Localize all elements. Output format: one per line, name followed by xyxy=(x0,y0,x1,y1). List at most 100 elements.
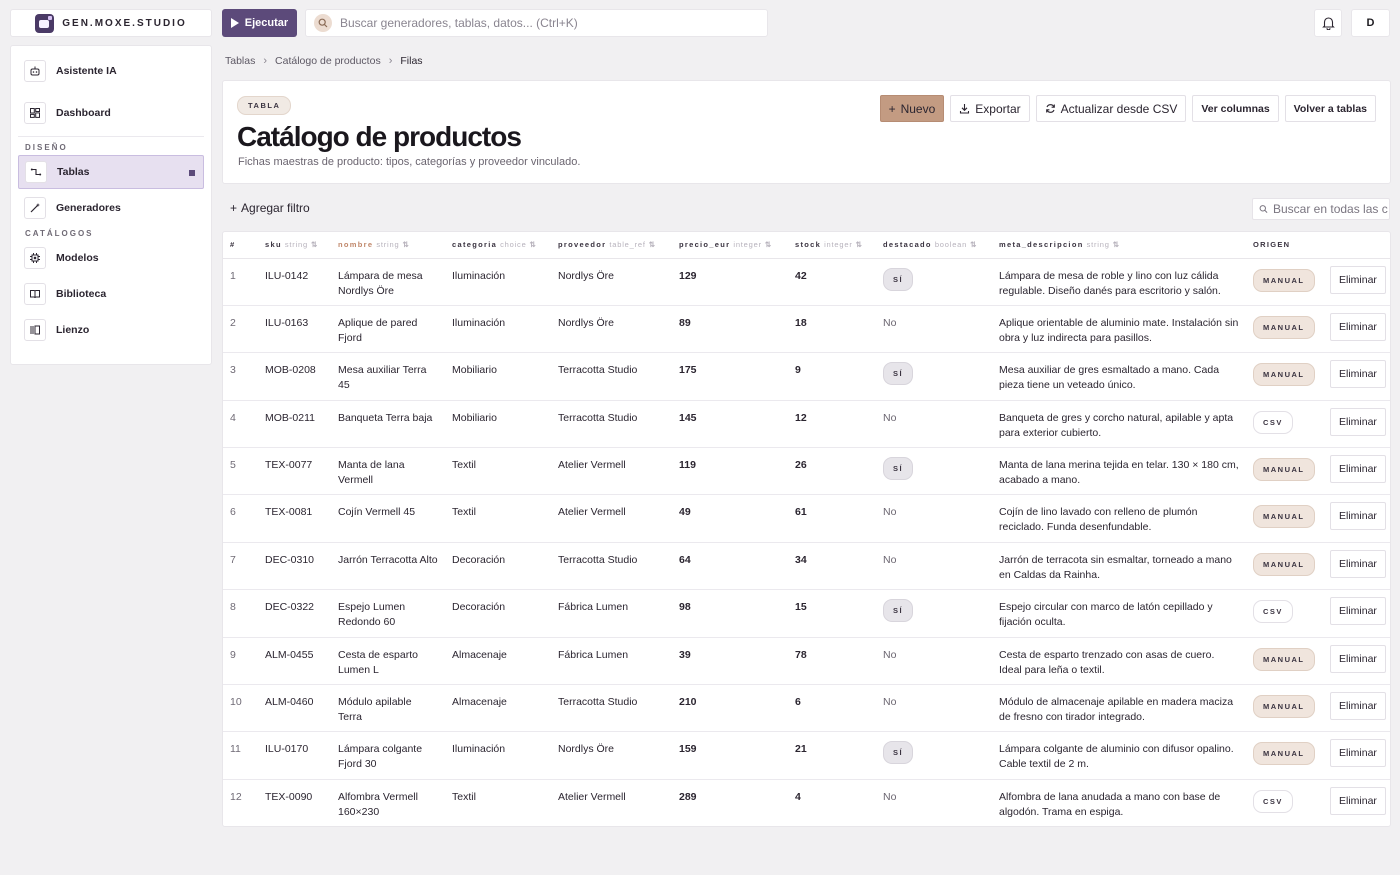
delete-row-button[interactable]: Eliminar xyxy=(1330,644,1386,673)
sort-icon[interactable]: ⇅ xyxy=(402,240,410,249)
sidebar-item-biblioteca[interactable]: Biblioteca xyxy=(18,277,204,311)
sort-icon[interactable]: ⇅ xyxy=(311,240,319,249)
new-row-button[interactable]: + Nuevo xyxy=(879,95,945,122)
column-header[interactable]: destacado boolean ⇅ xyxy=(876,232,992,259)
sidebar-item-dashboard[interactable]: Dashboard xyxy=(18,96,204,130)
delete-row-button[interactable]: Eliminar xyxy=(1330,265,1386,294)
add-filter-button[interactable]: + Agregar filtro xyxy=(230,201,310,215)
brand-logo-area[interactable]: GEN.MOXE.STUDIO xyxy=(10,9,212,37)
cell-proveedor: Terracotta Studio xyxy=(551,400,672,449)
column-header[interactable]: # xyxy=(223,232,258,259)
delete-row-button[interactable]: Eliminar xyxy=(1330,407,1386,436)
column-header[interactable]: categoria choice ⇅ xyxy=(445,232,551,259)
table-row[interactable]: 9 ALM-0455 Cesta de esparto Lumen L Almacen… xyxy=(223,637,1390,686)
sidebar-section-title: CATÁLOGOS xyxy=(25,229,94,238)
column-header[interactable]: stock integer ⇅ xyxy=(788,232,876,259)
table-row[interactable]: 10 ALM-0460 Módulo apilable Terra Almacenaj… xyxy=(223,684,1390,733)
sort-icon[interactable]: ⇅ xyxy=(765,240,773,249)
cell-meta-descripcion: Módulo de almacenaje apilable en madera … xyxy=(992,684,1246,733)
delete-row-button[interactable]: Eliminar xyxy=(1330,739,1386,768)
delete-row-button[interactable]: Eliminar xyxy=(1330,455,1386,484)
notifications-button[interactable] xyxy=(1314,9,1342,37)
table-row[interactable]: 3 MOB-0208 Mesa auxiliar Terra 45 Mobiliari… xyxy=(223,352,1390,401)
column-name: destacado xyxy=(883,240,932,250)
table-row[interactable]: 2 ILU-0163 Aplique de pared Fjord Iluminaci… xyxy=(223,305,1390,354)
cell-categoria: Textil xyxy=(445,447,551,496)
cell-origen: MANUAL xyxy=(1246,258,1323,306)
global-search[interactable] xyxy=(305,9,768,37)
cell-actions: Eliminar xyxy=(1323,589,1390,638)
cell-actions: Eliminar xyxy=(1323,779,1390,826)
origin-badge: MANUAL xyxy=(1253,268,1315,292)
delete-row-button[interactable]: Eliminar xyxy=(1330,786,1386,815)
column-header[interactable]: ORIGEN xyxy=(1246,232,1323,259)
row-index: 12 xyxy=(223,779,258,826)
export-button[interactable]: Exportar xyxy=(950,95,1030,122)
cell-meta-descripcion: Alfombra de lana anudada a mano con base… xyxy=(992,779,1246,826)
cell-meta-descripcion: Cesta de esparto trenzado con asas de cu… xyxy=(992,637,1246,686)
cell-categoria: Textil xyxy=(445,779,551,826)
sidebar-item-lienzo[interactable]: Lienzo xyxy=(18,313,204,347)
sort-icon[interactable]: ⇅ xyxy=(1113,240,1121,249)
column-header[interactable]: precio_eur integer ⇅ xyxy=(672,232,788,259)
sort-icon[interactable]: ⇅ xyxy=(856,240,864,249)
sidebar-item-modelos[interactable]: Modelos xyxy=(18,241,204,275)
table-row[interactable]: 11 ILU-0170 Lámpara colgante Fjord 30 Ilumi… xyxy=(223,731,1390,780)
cell-stock: 4 xyxy=(788,779,876,826)
table-row[interactable]: 12 TEX-0090 Alfombra Vermell 160×230 Textil… xyxy=(223,779,1390,826)
table-row[interactable]: 6 TEX-0081 Cojín Vermell 45 Textil Atelier V… xyxy=(223,494,1390,543)
sidebar-item-asistente-ia[interactable]: Asistente IA xyxy=(18,54,204,88)
refresh-csv-button[interactable]: Actualizar desde CSV xyxy=(1035,95,1187,122)
sidebar-item-label: Tablas xyxy=(57,166,90,178)
search-icon xyxy=(314,14,332,32)
delete-row-button[interactable]: Eliminar xyxy=(1330,692,1386,721)
table-row[interactable]: 8 DEC-0322 Espejo Lumen Redondo 60 Decoraci… xyxy=(223,589,1390,638)
breadcrumb-link-tablas[interactable]: Tablas xyxy=(225,55,255,67)
cell-categoria: Almacenaje xyxy=(445,637,551,686)
table-search[interactable] xyxy=(1252,198,1390,220)
back-to-tables-button[interactable]: Volver a tablas xyxy=(1284,95,1376,122)
cell-proveedor: Terracotta Studio xyxy=(551,684,672,733)
cell-stock: 6 xyxy=(788,684,876,733)
global-search-input[interactable] xyxy=(340,16,760,30)
cell-proveedor: Atelier Vermell xyxy=(551,494,672,543)
cell-precio: 64 xyxy=(672,542,788,591)
column-header[interactable]: nombre string ⇅ xyxy=(331,232,445,259)
breadcrumb-link-catalogo[interactable]: Catálogo de productos xyxy=(275,55,381,67)
column-type: string xyxy=(376,240,400,250)
column-name: proveedor xyxy=(558,240,607,250)
table-row[interactable]: 4 MOB-0211 Banqueta Terra baja Mobiliario Te… xyxy=(223,400,1390,449)
column-header[interactable]: proveedor table_ref ⇅ xyxy=(551,232,672,259)
sort-icon[interactable]: ⇅ xyxy=(530,240,538,249)
delete-row-button[interactable]: Eliminar xyxy=(1330,597,1386,626)
view-columns-button[interactable]: Ver columnas xyxy=(1192,95,1279,122)
cell-categoria: Almacenaje xyxy=(445,684,551,733)
sidebar-item-tablas[interactable]: Tablas xyxy=(18,155,204,189)
sort-icon[interactable]: ⇅ xyxy=(970,240,978,249)
cell-origen: CSV xyxy=(1246,589,1323,638)
delete-row-button[interactable]: Eliminar xyxy=(1330,312,1386,341)
cell-categoria: Iluminación xyxy=(445,305,551,354)
table-search-input[interactable] xyxy=(1273,202,1389,216)
column-header[interactable]: sku string ⇅ xyxy=(258,232,331,259)
cell-categoria: Textil xyxy=(445,494,551,543)
plus-icon: + xyxy=(230,201,238,215)
sidebar-item-generadores[interactable]: Generadores xyxy=(18,191,204,225)
user-avatar[interactable]: D xyxy=(1351,9,1390,37)
play-icon xyxy=(230,18,239,28)
cell-nombre: Aplique de pared Fjord xyxy=(331,305,445,354)
cell-precio: 210 xyxy=(672,684,788,733)
run-button[interactable]: Ejecutar xyxy=(222,9,297,37)
table-row[interactable]: 5 TEX-0077 Manta de lana Vermell Textil Atel… xyxy=(223,447,1390,496)
origin-badge: MANUAL xyxy=(1253,552,1315,576)
cell-categoria: Mobiliario xyxy=(445,352,551,401)
delete-row-button[interactable]: Eliminar xyxy=(1330,502,1386,531)
origin-badge: CSV xyxy=(1253,600,1293,624)
table-row[interactable]: 1 ILU-0142 Lámpara de mesa Nordlys Öre Ilum… xyxy=(223,258,1390,306)
delete-row-button[interactable]: Eliminar xyxy=(1330,360,1386,389)
delete-row-button[interactable]: Eliminar xyxy=(1330,549,1386,578)
sort-icon[interactable]: ⇅ xyxy=(649,240,657,249)
column-header[interactable]: meta_descripcion string ⇅ xyxy=(992,232,1246,259)
sidebar-item-label: Generadores xyxy=(56,202,121,214)
table-row[interactable]: 7 DEC-0310 Jarrón Terracotta Alto Decoració… xyxy=(223,542,1390,591)
